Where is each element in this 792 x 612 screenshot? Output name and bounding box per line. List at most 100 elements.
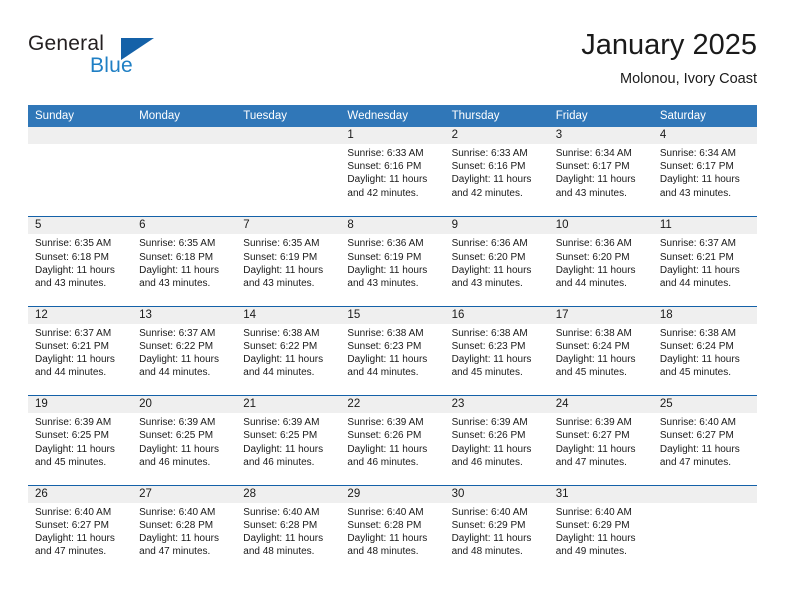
daylight-text-line1: Daylight: 11 hours xyxy=(451,532,532,544)
day-details: Sunrise: 6:38 AM Sunset: 6:22 PM Dayligh… xyxy=(236,324,340,380)
daylight-text-line1: Daylight: 11 hours xyxy=(451,443,532,455)
day-cell-12[interactable]: 12 Sunrise: 6:37 AM Sunset: 6:21 PM Dayl… xyxy=(28,306,133,396)
day-cell-13[interactable]: 13 Sunrise: 6:37 AM Sunset: 6:22 PM Dayl… xyxy=(132,306,237,396)
sunset-text: Sunset: 6:28 PM xyxy=(347,519,422,531)
weekday-header-saturday: Saturday xyxy=(659,110,706,122)
day-cell-1[interactable]: 1 Sunrise: 6:33 AM Sunset: 6:16 PM Dayli… xyxy=(340,127,445,217)
daylight-text-line1: Daylight: 11 hours xyxy=(347,174,428,186)
daylight-text-line1: Daylight: 11 hours xyxy=(555,354,636,366)
daylight-text-line1: Daylight: 11 hours xyxy=(555,443,636,455)
sunrise-text: Sunrise: 6:38 AM xyxy=(243,327,320,339)
sunset-text: Sunset: 6:16 PM xyxy=(451,161,526,173)
daylight-text-line1: Daylight: 11 hours xyxy=(139,443,219,455)
day-cell-26[interactable]: 26 Sunrise: 6:40 AM Sunset: 6:27 PM Dayl… xyxy=(28,485,133,574)
day-number: 4 xyxy=(652,127,757,144)
daylight-text-line1: Daylight: 11 hours xyxy=(451,174,532,186)
day-cell-10[interactable]: 10 Sunrise: 6:36 AM Sunset: 6:20 PM Dayl… xyxy=(548,217,653,306)
day-number: 20 xyxy=(132,396,237,414)
day-number xyxy=(28,127,133,144)
sunrise-text: Sunrise: 6:40 AM xyxy=(139,506,216,518)
daylight-text-line2: and 45 minutes. xyxy=(35,456,107,468)
sunset-text: Sunset: 6:25 PM xyxy=(139,430,214,442)
daylight-text-line2: and 43 minutes. xyxy=(35,278,107,289)
daylight-text-line1: Daylight: 11 hours xyxy=(243,443,324,455)
sunrise-text: Sunrise: 6:33 AM xyxy=(347,148,424,159)
day-cell-22[interactable]: 22 Sunrise: 6:39 AM Sunset: 6:26 PM Dayl… xyxy=(340,396,445,485)
day-cell-17[interactable]: 17 Sunrise: 6:38 AM Sunset: 6:24 PM Dayl… xyxy=(548,306,653,396)
sunset-text: Sunset: 6:29 PM xyxy=(555,519,630,531)
daylight-text-line1: Daylight: 11 hours xyxy=(347,532,428,544)
daylight-text-line2: and 43 minutes. xyxy=(555,187,627,199)
brand-logo[interactable]: General Blue xyxy=(28,32,208,88)
day-cell-11[interactable]: 11 Sunrise: 6:37 AM Sunset: 6:21 PM Dayl… xyxy=(652,217,757,306)
day-details xyxy=(132,144,236,147)
sunset-text: Sunset: 6:20 PM xyxy=(555,251,630,263)
day-cell-27[interactable]: 27 Sunrise: 6:40 AM Sunset: 6:28 PM Dayl… xyxy=(132,485,237,574)
daylight-text-line2: and 47 minutes. xyxy=(659,456,732,468)
day-cell-23[interactable]: 23 Sunrise: 6:39 AM Sunset: 6:26 PM Dayl… xyxy=(444,396,549,485)
day-details: Sunrise: 6:37 AM Sunset: 6:21 PM Dayligh… xyxy=(28,324,132,380)
day-cell-4[interactable]: 4 Sunrise: 6:34 AM Sunset: 6:17 PM Dayli… xyxy=(652,127,757,217)
day-cell-empty xyxy=(132,127,237,217)
day-cell-7[interactable]: 7 Sunrise: 6:35 AM Sunset: 6:19 PM Dayli… xyxy=(236,217,341,306)
brand-name-general: General xyxy=(28,32,105,55)
day-cell-6[interactable]: 6 Sunrise: 6:35 AM Sunset: 6:18 PM Dayli… xyxy=(132,217,237,306)
day-cell-29[interactable]: 29 Sunrise: 6:40 AM Sunset: 6:28 PM Dayl… xyxy=(340,485,445,574)
day-cell-9[interactable]: 9 Sunrise: 6:36 AM Sunset: 6:20 PM Dayli… xyxy=(444,217,549,306)
day-cell-19[interactable]: 19 Sunrise: 6:39 AM Sunset: 6:25 PM Dayl… xyxy=(28,396,133,485)
day-number: 24 xyxy=(548,396,653,414)
daylight-text-line1: Daylight: 11 hours xyxy=(555,174,636,186)
sunset-text: Sunset: 6:17 PM xyxy=(555,161,630,173)
day-cell-3[interactable]: 3 Sunrise: 6:34 AM Sunset: 6:17 PM Dayli… xyxy=(548,127,653,217)
sunset-text: Sunset: 6:18 PM xyxy=(139,251,214,263)
day-cell-5[interactable]: 5 Sunrise: 6:35 AM Sunset: 6:18 PM Dayli… xyxy=(28,217,133,306)
brand-name-blue: Blue xyxy=(90,54,133,77)
sunset-text: Sunset: 6:28 PM xyxy=(243,519,318,531)
sunset-text: Sunset: 6:29 PM xyxy=(451,519,526,531)
day-cell-24[interactable]: 24 Sunrise: 6:39 AM Sunset: 6:27 PM Dayl… xyxy=(548,396,653,485)
daylight-text-line1: Daylight: 11 hours xyxy=(659,264,740,276)
day-cell-30[interactable]: 30 Sunrise: 6:40 AM Sunset: 6:29 PM Dayl… xyxy=(444,485,549,574)
daylight-text-line2: and 44 minutes. xyxy=(35,367,107,379)
location-subtitle: Molonou, Ivory Coast xyxy=(619,71,757,87)
sunset-text: Sunset: 6:25 PM xyxy=(243,430,318,442)
page-header: General Blue January 2025 Molonou, Ivory… xyxy=(28,28,757,96)
day-cell-31[interactable]: 31 Sunrise: 6:40 AM Sunset: 6:29 PM Dayl… xyxy=(548,485,653,574)
daylight-text-line2: and 42 minutes. xyxy=(347,187,419,199)
day-cell-21[interactable]: 21 Sunrise: 6:39 AM Sunset: 6:25 PM Dayl… xyxy=(236,396,341,485)
day-details: Sunrise: 6:39 AM Sunset: 6:26 PM Dayligh… xyxy=(445,413,549,469)
day-cell-16[interactable]: 16 Sunrise: 6:38 AM Sunset: 6:23 PM Dayl… xyxy=(444,306,549,396)
day-number: 14 xyxy=(236,306,341,324)
sunset-text: Sunset: 6:23 PM xyxy=(451,340,526,352)
day-cell-28[interactable]: 28 Sunrise: 6:40 AM Sunset: 6:28 PM Dayl… xyxy=(236,485,341,574)
day-cell-empty xyxy=(28,127,133,217)
day-details: Sunrise: 6:35 AM Sunset: 6:18 PM Dayligh… xyxy=(132,234,236,290)
day-cell-2[interactable]: 2 Sunrise: 6:33 AM Sunset: 6:16 PM Dayli… xyxy=(444,127,549,217)
day-details: Sunrise: 6:40 AM Sunset: 6:28 PM Dayligh… xyxy=(236,503,340,559)
daylight-text-line1: Daylight: 11 hours xyxy=(555,264,636,276)
sunset-text: Sunset: 6:20 PM xyxy=(451,251,526,263)
day-cell-15[interactable]: 15 Sunrise: 6:38 AM Sunset: 6:23 PM Dayl… xyxy=(340,306,445,396)
daylight-text-line1: Daylight: 11 hours xyxy=(659,174,740,186)
sunrise-text: Sunrise: 6:40 AM xyxy=(659,417,736,429)
day-cell-18[interactable]: 18 Sunrise: 6:38 AM Sunset: 6:24 PM Dayl… xyxy=(652,306,757,396)
daylight-text-line2: and 43 minutes. xyxy=(451,278,523,289)
daylight-text-line2: and 44 minutes. xyxy=(139,367,211,379)
sunset-text: Sunset: 6:21 PM xyxy=(35,340,109,352)
daylight-text-line2: and 46 minutes. xyxy=(243,456,315,468)
daylight-text-line2: and 43 minutes. xyxy=(347,278,419,289)
day-number: 28 xyxy=(236,485,341,503)
day-cell-20[interactable]: 20 Sunrise: 6:39 AM Sunset: 6:25 PM Dayl… xyxy=(132,396,237,485)
day-cell-25[interactable]: 25 Sunrise: 6:40 AM Sunset: 6:27 PM Dayl… xyxy=(652,396,757,485)
day-details: Sunrise: 6:39 AM Sunset: 6:27 PM Dayligh… xyxy=(549,413,653,469)
day-details: Sunrise: 6:38 AM Sunset: 6:23 PM Dayligh… xyxy=(445,324,549,380)
daylight-text-line1: Daylight: 11 hours xyxy=(35,532,115,544)
day-cell-14[interactable]: 14 Sunrise: 6:38 AM Sunset: 6:22 PM Dayl… xyxy=(236,306,341,396)
day-number: 11 xyxy=(652,217,757,235)
day-number: 2 xyxy=(444,127,549,144)
daylight-text-line2: and 46 minutes. xyxy=(451,456,523,468)
day-cell-8[interactable]: 8 Sunrise: 6:36 AM Sunset: 6:19 PM Dayli… xyxy=(340,217,445,306)
sunrise-text: Sunrise: 6:40 AM xyxy=(35,506,112,518)
day-number: 30 xyxy=(444,485,549,503)
day-number xyxy=(132,127,237,144)
